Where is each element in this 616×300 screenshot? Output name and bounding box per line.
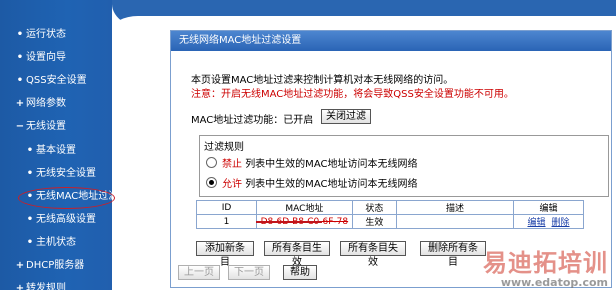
allow-keyword: 允许 — [222, 179, 242, 190]
sidebar-item-network-params[interactable]: + 网络参数 — [0, 93, 126, 115]
disable-all-button[interactable]: 所有条目失效 — [340, 241, 406, 268]
intro-text: 本页设置MAC地址过滤来控制计算机对本无线网络的访问。 — [191, 75, 454, 86]
sidebar-item-label: 主机状态 — [36, 237, 76, 248]
sidebar-item-running-status[interactable]: • 运行状态 — [0, 24, 126, 46]
deny-radio[interactable] — [206, 157, 217, 168]
sidebar-item-label: 运行状态 — [26, 29, 66, 40]
sidebar-item-host-status[interactable]: • 主机状态 — [0, 232, 136, 254]
cell-id: 1 — [195, 214, 258, 229]
allow-option-label: 允许 列表中生效的MAC地址访问本无线网络 — [222, 175, 417, 190]
header-curve-inner — [112, 16, 616, 30]
collapse-icon: − — [15, 121, 25, 132]
enable-all-button[interactable]: 所有条目生效 — [264, 241, 330, 268]
cell-status: 生效 — [351, 214, 398, 229]
sidebar-item-label: 无线安全设置 — [36, 168, 96, 179]
column-header-status: 状态 — [351, 200, 398, 215]
disable-filter-button-label: 关闭过滤 — [326, 111, 366, 122]
sidebar-item-basic-settings[interactable]: • 基本设置 — [0, 140, 136, 162]
sidebar-item-setup-wizard[interactable]: • 设置向导 — [0, 47, 126, 69]
bullet-icon: • — [26, 168, 34, 179]
filter-status-label: MAC地址过滤功能：已开启 — [191, 115, 314, 126]
column-header-mac: MAC地址 — [256, 200, 353, 215]
prev-page-button[interactable]: 上一页 — [178, 265, 220, 280]
sidebar-item-forwarding-rules[interactable]: + 转发规则 — [0, 278, 126, 300]
prev-page-button-label: 上一页 — [184, 267, 214, 278]
watermark-url: www.edatop.com — [500, 276, 608, 289]
column-header-id: ID — [195, 200, 258, 215]
bullet-icon: • — [16, 29, 24, 40]
bullet-icon: • — [16, 52, 24, 63]
allow-option-text: 列表中生效的MAC地址访问本无线网络 — [245, 179, 418, 190]
sidebar-item-label: 网络参数 — [26, 98, 66, 109]
column-header-edit: 编辑 — [513, 200, 584, 215]
filter-rules-legend: 过滤规则 — [204, 142, 244, 153]
sidebar-item-label: 转发规则 — [26, 283, 66, 294]
next-page-button[interactable]: 下一页 — [228, 265, 270, 280]
sidebar-item-label: DHCP服务器 — [26, 260, 85, 271]
expand-icon: + — [15, 98, 25, 109]
sidebar-item-label: 基本设置 — [36, 145, 76, 156]
warning-text: 注意：开启无线MAC地址过滤功能，将会导致QSS安全设置功能不可用。 — [191, 89, 514, 100]
help-button-label: 帮助 — [290, 267, 310, 278]
bullet-icon: • — [16, 75, 24, 86]
edit-link[interactable]: 编辑 — [528, 218, 546, 228]
table-row: 1 D8-6D-B8-C0-6F-78 生效 编辑删除 — [195, 214, 584, 229]
column-header-description: 描述 — [396, 200, 515, 215]
delete-all-button[interactable]: 删除所有条目 — [420, 241, 486, 268]
next-page-button-label: 下一页 — [234, 267, 264, 278]
deny-option-label: 禁止 列表中生效的MAC地址访问本无线网络 — [222, 155, 417, 170]
deny-option-text: 列表中生效的MAC地址访问本无线网络 — [245, 159, 418, 170]
cell-actions: 编辑 删除 — [513, 214, 584, 229]
disable-filter-button[interactable]: 关闭过滤 — [321, 109, 371, 124]
sidebar-item-label: QSS安全设置 — [26, 75, 87, 86]
deny-keyword: 禁止 — [222, 159, 242, 170]
sidebar-item-wireless-security[interactable]: • 无线安全设置 — [0, 163, 136, 185]
sidebar-item-label: 无线设置 — [26, 121, 66, 132]
sidebar-item-dhcp-server[interactable]: + DHCP服务器 — [0, 255, 126, 277]
expand-icon: + — [15, 283, 25, 294]
sidebar-item-label: 无线高级设置 — [36, 214, 96, 225]
selection-annotation-oval — [18, 187, 115, 209]
expand-icon: + — [15, 260, 25, 271]
redaction-line — [256, 221, 322, 223]
sidebar-item-wireless-advanced[interactable]: • 无线高级设置 — [0, 209, 136, 231]
help-button[interactable]: 帮助 — [283, 265, 317, 280]
sidebar-item-wireless-settings[interactable]: − 无线设置 — [0, 116, 126, 138]
cell-description — [396, 214, 515, 229]
mac-address-table: ID MAC地址 状态 描述 编辑 1 D8-6D-B8-C0-6F-78 生效… — [195, 200, 584, 229]
bullet-icon: • — [26, 237, 34, 248]
sidebar-item-label: 设置向导 — [26, 52, 66, 63]
bullet-icon: • — [26, 214, 34, 225]
watermark-logo: 易迪拓培训 — [483, 249, 608, 277]
filter-rules-box: 过滤规则 禁止 列表中生效的MAC地址访问本无线网络 允许 列表中生效的MAC地… — [199, 135, 609, 197]
sidebar-item-qss-security[interactable]: • QSS安全设置 — [0, 70, 126, 92]
bullet-icon: • — [26, 145, 34, 156]
watermark: 易迪拓培训 www.edatop.com — [483, 243, 608, 289]
panel-title: 无线网络MAC地址过滤设置 — [171, 31, 611, 51]
delete-link[interactable]: 删除 — [552, 218, 570, 228]
add-entry-button[interactable]: 添加新条目 — [196, 241, 254, 268]
table-header-row: ID MAC地址 状态 描述 编辑 — [195, 200, 584, 215]
sidebar-menu: • 运行状态 • 设置向导 • QSS安全设置 + 网络参数 − 无线设置 • 基本设置 •… — [0, 0, 118, 294]
allow-radio[interactable] — [206, 177, 217, 188]
